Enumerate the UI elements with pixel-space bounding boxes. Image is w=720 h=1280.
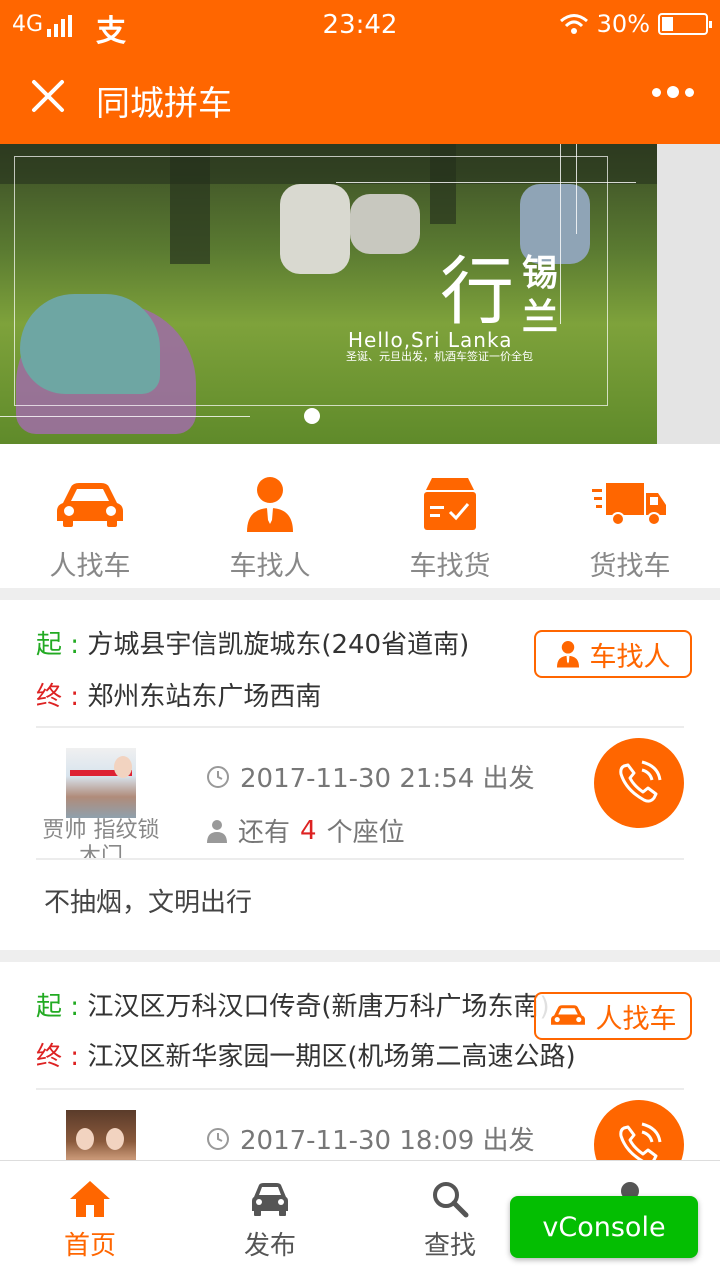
category-cargo-seeks-car[interactable]: 货找车 [540, 444, 720, 588]
battery-percent: 30% [596, 10, 650, 38]
departure-time: 2017-11-30 21:54 出发 [206, 758, 535, 795]
truck-icon [592, 483, 666, 526]
route-end: 终 : 江汉区新华家园一期区(机场第二高速公路) [36, 1042, 576, 1072]
nav-label: 发布 [243, 1231, 296, 1261]
car-icon [57, 483, 123, 527]
divider [36, 858, 684, 860]
listing-card[interactable]: 起 : 江汉区万科汉口传奇(新唐万科广场东南) 终 : 江汉区新华家园一期区(机… [0, 962, 720, 1162]
clock-icon [207, 765, 229, 788]
call-button[interactable] [594, 738, 684, 828]
nav-label: 首页 [63, 1231, 116, 1261]
avatar[interactable] [66, 748, 136, 818]
category-car-seeks-cargo[interactable]: 车找货 [360, 444, 540, 588]
seat-count: 4 [300, 815, 317, 846]
close-icon[interactable] [26, 74, 70, 118]
vconsole-button[interactable]: vConsole [510, 1196, 698, 1258]
person-icon [247, 477, 293, 532]
cargo-box-icon [424, 478, 476, 530]
home-icon [70, 1181, 110, 1217]
banner-subtitle: 圣诞、元旦出发，机酒车签证一价全包 [346, 350, 533, 363]
route-start: 起 : 方城县宇信凯旋城东(240省道南) [36, 630, 470, 660]
avatar[interactable] [66, 1110, 136, 1162]
seats-available: 还有 4 个座位 [206, 812, 405, 849]
car-icon [252, 1183, 288, 1216]
nav-publish[interactable]: 发布 [180, 1161, 360, 1280]
banner-title-char: 行 [440, 249, 514, 335]
listing-type-badge: 车找人 [534, 630, 692, 678]
nav-home[interactable]: 首页 [0, 1161, 180, 1280]
listing-note: 不抽烟，文明出行 [44, 888, 253, 918]
category-label: 车找货 [409, 551, 491, 582]
category-label: 货找车 [589, 551, 671, 582]
more-dots-icon[interactable] [652, 86, 694, 98]
departure-time: 2017-11-30 18:09 出发 [206, 1120, 535, 1157]
route-start: 起 : 江汉区万科汉口传奇(新唐万科广场东南) [36, 992, 550, 1022]
person-icon [207, 819, 227, 843]
phone-icon [619, 760, 662, 803]
car-icon [550, 1005, 585, 1025]
end-address: 郑州东站东广场西南 [87, 682, 322, 712]
divider [36, 1088, 684, 1090]
category-passenger-seeks-car[interactable]: 人找车 [0, 444, 180, 588]
wifi-icon [559, 14, 588, 34]
clock-icon [207, 1127, 229, 1150]
title-bar: 同城拼车 [0, 50, 720, 144]
battery-icon [658, 13, 712, 35]
call-button[interactable] [594, 1100, 684, 1162]
listing-card[interactable]: 起 : 方城县宇信凯旋城东(240省道南) 终 : 郑州东站东广场西南 车找人 … [0, 600, 720, 950]
driver-nickname: 贾帅 指纹锁 木门 [42, 818, 160, 860]
category-grid: 人找车 车找人 车找货 货找车 [0, 444, 720, 588]
start-address: 方城县宇信凯旋城东(240省道南) [87, 630, 470, 660]
divider [36, 726, 684, 728]
carousel-dot[interactable] [304, 408, 320, 424]
listing-type-badge: 人找车 [534, 992, 692, 1040]
category-label: 车找人 [229, 551, 311, 582]
phone-icon [619, 1122, 662, 1162]
person-icon [556, 641, 579, 668]
category-car-seeks-passenger[interactable]: 车找人 [180, 444, 360, 588]
status-bar: 4G 支 23:42 30% [0, 0, 720, 50]
banner-title-small: 锡兰 [522, 253, 559, 338]
start-address: 江汉区万科汉口传奇(新唐万科广场东南) [87, 992, 550, 1022]
search-icon [433, 1182, 469, 1218]
banner-image: 行 锡兰 Hello,Sri Lanka 圣诞、元旦出发，机酒车签证一价全包 [0, 144, 657, 444]
end-address: 江汉区新华家园一期区(机场第二高速公路) [87, 1042, 576, 1072]
page-title: 同城拼车 [96, 84, 232, 124]
route-end: 终 : 郑州东站东广场西南 [36, 682, 322, 712]
category-label: 人找车 [49, 551, 131, 582]
banner-carousel[interactable]: 行 锡兰 Hello,Sri Lanka 圣诞、元旦出发，机酒车签证一价全包 [0, 144, 720, 444]
